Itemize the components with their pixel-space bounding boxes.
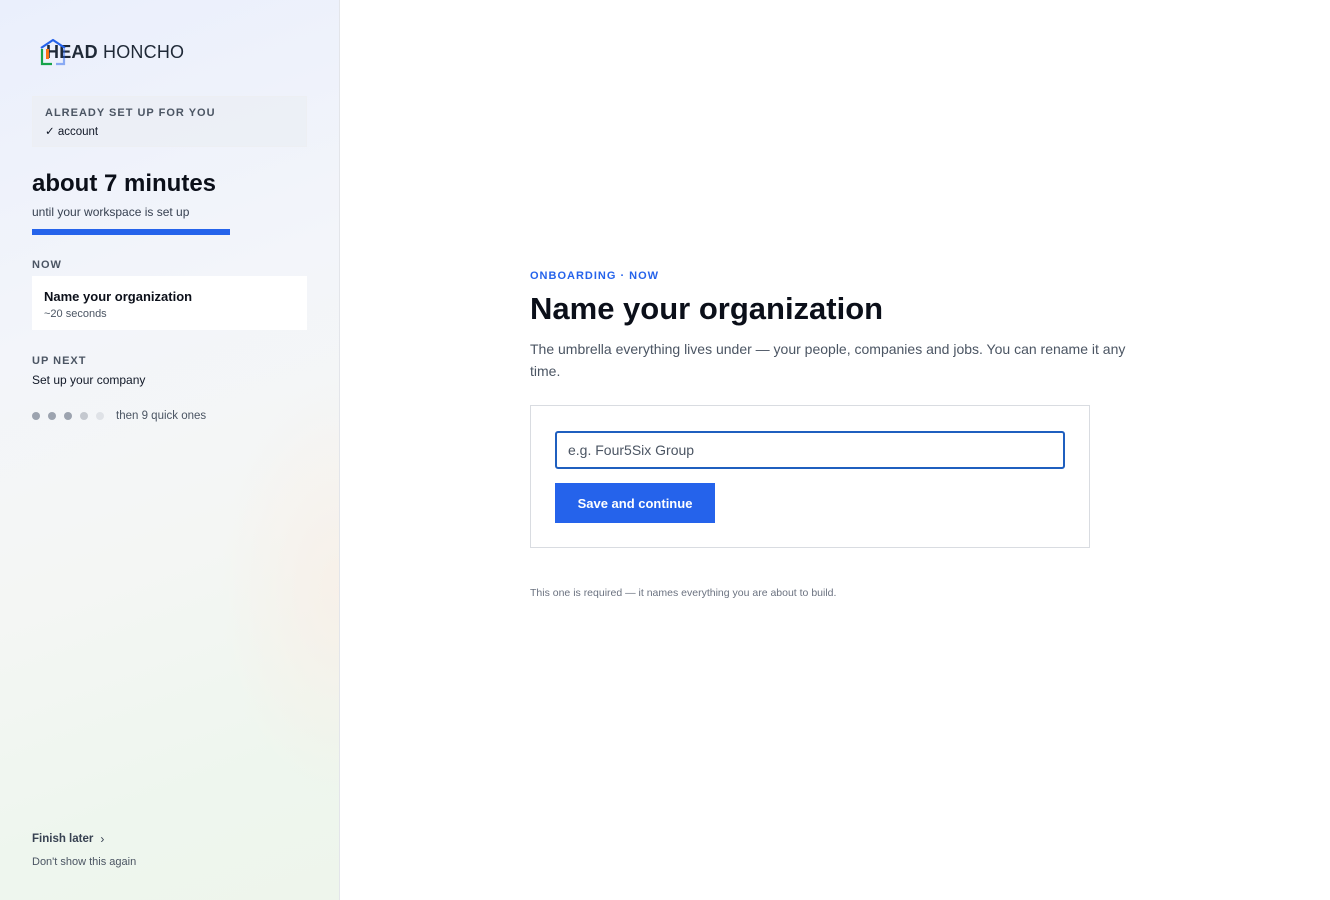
required-footnote: This one is required — it names everythi…: [530, 587, 837, 599]
page-description: The umbrella everything lives under — yo…: [530, 341, 1126, 379]
save-and-continue-button[interactable]: Save and continue: [555, 483, 715, 523]
already-setup-title: ALREADY SET UP FOR YOU: [45, 107, 216, 119]
up-next-item: Set up your company: [32, 373, 146, 387]
step-dot: [32, 412, 40, 420]
page-title: Name your organization: [530, 291, 884, 326]
dont-show-again-link[interactable]: Don't show this again: [32, 856, 136, 868]
already-setup-box: ALREADY SET UP FOR YOU ✓ account: [32, 96, 307, 147]
brand-logo: HEAD HONCHO: [38, 36, 184, 68]
step-dot: [48, 412, 56, 420]
step-dot: [80, 412, 88, 420]
remaining-steps-text: then 9 quick ones: [116, 410, 207, 422]
progress-bar: [32, 229, 230, 235]
finish-later-link[interactable]: Finish later ›: [32, 832, 104, 846]
chevron-right-icon: ›: [100, 832, 105, 846]
onboarding-sidebar: HEAD HONCHO ALREADY SET UP FOR YOU ✓ acc…: [0, 0, 340, 900]
step-dot: [64, 412, 72, 420]
organization-name-input[interactable]: [555, 431, 1065, 469]
progress-bar-fill: [32, 229, 230, 235]
up-next-label: UP NEXT: [32, 355, 87, 367]
time-estimate: about 7 minutes: [32, 170, 217, 197]
finish-later-label: Finish later: [32, 833, 94, 845]
current-step-card: Name your organization ~20 seconds: [32, 276, 307, 330]
current-step-duration: ~20 seconds: [44, 308, 107, 320]
time-estimate-subtitle: until your workspace is set up: [32, 205, 190, 219]
already-setup-item: ✓ account: [45, 126, 99, 138]
now-label: NOW: [32, 259, 62, 271]
organization-form: Save and continue: [530, 405, 1090, 548]
current-step-title: Name your organization: [44, 289, 193, 304]
remaining-steps-indicator: then 9 quick ones: [32, 410, 206, 422]
house-logo-icon: [38, 37, 68, 67]
step-dot: [96, 412, 104, 420]
step-eyebrow: ONBOARDING · NOW: [530, 270, 660, 282]
